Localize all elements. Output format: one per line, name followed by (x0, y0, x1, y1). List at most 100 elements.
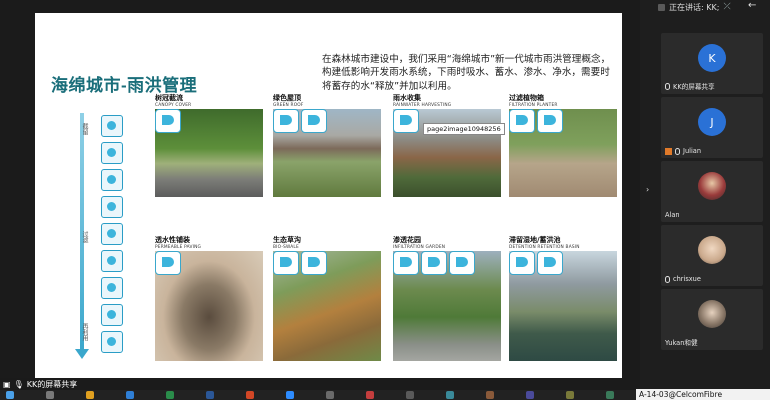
panel-collapse-chevron-icon[interactable]: › (646, 185, 649, 194)
avatar (698, 236, 726, 264)
infiltration-icon-1 (393, 251, 419, 275)
participant-label: Yukan和健 (665, 339, 698, 347)
mic-icon: 🎙 (13, 379, 24, 389)
process-timeline: 截留 过滤 再利用 (75, 113, 89, 361)
tile-subtitle: RAINWATER HARVESTING (393, 103, 452, 108)
participant-label: Alan (665, 211, 680, 219)
step-icon (101, 277, 123, 299)
app-icon[interactable] (526, 391, 534, 399)
mic-icon (675, 147, 680, 155)
participant-name: Julian (665, 147, 701, 155)
tile-title: 树冠截流 (155, 94, 183, 102)
tile-permeable-paving: 透水性铺装 PERMEABLE PAVING (155, 235, 263, 365)
tile-subtitle: GREEN ROOF (273, 103, 304, 108)
avatar: K (698, 44, 726, 72)
tile-subtitle: CANOPY COVER (155, 103, 192, 108)
participant-label: Julian (683, 147, 702, 155)
participant-name: Yukan和健 (665, 337, 698, 347)
participant-name: Alan (665, 211, 680, 219)
tile-filtration-planter: 过滤植物箱 FILTRATION PLANTER (509, 93, 617, 203)
timeline-label-top: 截留 (81, 123, 88, 135)
tile-rainwater-harvesting: 雨水收集 RAINWATER HARVESTING (393, 93, 501, 203)
participant-tile-yukan[interactable]: Yukan和健 (661, 289, 763, 350)
tile-canopy-cover: 树冠截流 CANOPY COVER (155, 93, 263, 203)
browser-icon[interactable] (126, 391, 134, 399)
green-roof-icon-1 (273, 109, 299, 133)
avatar (698, 172, 726, 200)
timeline-label-mid: 过滤 (81, 231, 88, 243)
avatar: J (698, 108, 726, 136)
network-status: A-14-03@CelcomFibre (636, 389, 770, 400)
step-icon (101, 169, 123, 191)
step-icon (101, 331, 123, 353)
powerpoint-icon[interactable] (246, 391, 254, 399)
swale-icon-1 (273, 251, 299, 275)
infiltration-icon-2 (421, 251, 447, 275)
app-icon[interactable] (406, 391, 414, 399)
app-icon[interactable] (606, 391, 614, 399)
participant-tile-kk[interactable]: K KK的屏幕共享 (661, 33, 763, 94)
step-icon (101, 142, 123, 164)
app-icon[interactable] (366, 391, 374, 399)
tile-subtitle: INFILTRATION GARDEN (393, 245, 446, 250)
filtration-icon-1 (509, 109, 535, 133)
participant-name: KK的屏幕共享 (665, 81, 715, 91)
canopy-icon (155, 109, 181, 133)
avatar (698, 300, 726, 328)
slide-intro: 在森林城市建设中，我们采用“海绵城市”新一代城市雨洪管理概念，构建低影响开发雨水… (322, 54, 611, 92)
screen-share-icon: ▣ (3, 379, 11, 389)
green-roof-icon-2 (301, 109, 327, 133)
presentation-slide: 海绵城市-雨洪管理 在森林城市建设中，我们采用“海绵城市”新一代城市雨洪管理概念… (35, 13, 622, 378)
step-icon (101, 196, 123, 218)
excel-icon[interactable] (166, 391, 174, 399)
participant-tile-julian[interactable]: J Julian (661, 97, 763, 158)
filtration-icon-2 (537, 109, 563, 133)
tile-subtitle: BIO-SWALE (273, 245, 299, 250)
app-icon[interactable] (486, 391, 494, 399)
tile-subtitle: FILTRATION PLANTER (509, 103, 558, 108)
participant-tile-chrisxue[interactable]: chrisxue (661, 225, 763, 286)
step-icon (101, 250, 123, 272)
shared-screen: 海绵城市-雨洪管理 在森林城市建设中，我们采用“海绵城市”新一代城市雨洪管理概念… (0, 0, 640, 390)
zoom-icon[interactable] (286, 391, 294, 399)
start-icon[interactable] (6, 391, 14, 399)
basin-icon-1 (509, 251, 535, 275)
tile-title: 过滤植物箱 (509, 94, 544, 102)
tile-title: 滞留湿地/蓄洪池 (509, 236, 561, 244)
screen-share-label: KK的屏幕共享 (26, 379, 78, 389)
participant-label: chrisxue (673, 275, 701, 283)
step-icon (101, 304, 123, 326)
swale-icon-2 (301, 251, 327, 275)
timeline-arrow-icon (75, 349, 89, 359)
rainwater-icon (393, 109, 419, 133)
file-explorer-icon[interactable] (86, 391, 94, 399)
infiltration-icon-3 (449, 251, 475, 275)
speaker-icon (658, 3, 665, 11)
tile-infiltration-garden: 渗透花园 INFILTRATION GARDEN (393, 235, 501, 365)
tile-detention-basin: 滞留湿地/蓄洪池 DETENTION RETENTION BASIN (509, 235, 617, 365)
tile-title: 生态草沟 (273, 236, 301, 244)
back-arrow-icon[interactable]: ← (748, 0, 756, 11)
host-icon (665, 147, 672, 155)
app-icon[interactable] (566, 391, 574, 399)
timeline-label-bottom: 再利用 (81, 323, 88, 341)
screen-share-icon (665, 82, 670, 90)
tile-title: 透水性铺装 (155, 236, 190, 244)
tile-subtitle: DETENTION RETENTION BASIN (509, 245, 580, 250)
tile-title: 渗透花园 (393, 236, 421, 244)
search-icon[interactable] (46, 391, 54, 399)
step-icon (101, 223, 123, 245)
participant-tile-alan[interactable]: Alan (661, 161, 763, 222)
tile-title: 雨水收集 (393, 94, 421, 102)
mic-muted-icon (665, 275, 670, 283)
word-icon[interactable] (206, 391, 214, 399)
mute-icon[interactable]: ⤫ (723, 2, 730, 12)
step-icon (101, 115, 123, 137)
app-icon[interactable] (326, 391, 334, 399)
tile-title: 绿色屋顶 (273, 94, 301, 102)
participant-label: KK的屏幕共享 (673, 83, 715, 91)
speaking-label: 正在讲话: KK; (669, 2, 720, 12)
tile-subtitle: PERMEABLE PAVING (155, 245, 202, 250)
app-icon[interactable] (446, 391, 454, 399)
screen-share-badge: ▣ 🎙 KK的屏幕共享 (0, 378, 81, 390)
